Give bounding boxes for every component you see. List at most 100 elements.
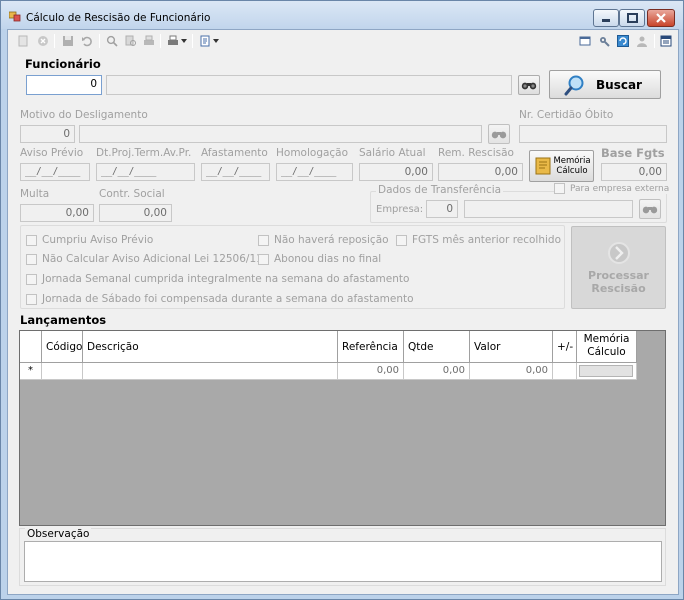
lookup-funcionario-button[interactable] <box>518 75 540 95</box>
funcionario-name-input[interactable] <box>106 75 512 95</box>
para-empresa-externa-checkbox[interactable]: Para empresa externa <box>554 183 672 194</box>
app-icon <box>9 11 21 22</box>
cell-referencia[interactable]: 0,00 <box>338 363 404 380</box>
aviso-previo-label: Aviso Prévio <box>20 147 84 159</box>
motivo-label: Motivo do Desligamento <box>20 109 148 121</box>
column-header-codigo[interactable]: Código <box>42 331 83 363</box>
column-header-memoria[interactable]: Memória Cálculo <box>577 331 637 363</box>
contr-social-label: Contr. Social <box>99 188 165 200</box>
lookup-motivo-button[interactable] <box>488 124 510 144</box>
maximize-icon <box>627 13 638 23</box>
new-row-marker: * <box>20 363 42 380</box>
empresa-label: Empresa: <box>376 204 424 215</box>
nao-havera-reposicao-checkbox[interactable]: Não haverá reposição <box>258 234 389 246</box>
jornada-sabado-checkbox[interactable]: Jornada de Sábado foi compensada durante… <box>26 293 414 305</box>
afastamento-label: Afastamento <box>201 147 268 159</box>
buscar-label: Buscar <box>596 77 642 92</box>
motivo-code-input[interactable]: 0 <box>20 125 75 143</box>
processar-rescisao-button[interactable]: Processar Rescisão <box>571 226 666 309</box>
salario-input[interactable]: 0,00 <box>359 163 433 181</box>
cell-memoria[interactable] <box>577 363 637 380</box>
minimize-button[interactable] <box>593 9 619 27</box>
fgts-mes-anterior-checkbox[interactable]: FGTS mês anterior recolhido <box>396 234 561 246</box>
lookup-empresa-button[interactable] <box>639 199 661 219</box>
cell-codigo[interactable] <box>42 363 83 380</box>
column-header-valor[interactable]: Valor <box>470 331 553 363</box>
search-icon <box>564 75 584 95</box>
binoculars-icon <box>521 82 537 90</box>
dt-proj-input[interactable]: __/__/____ <box>96 163 195 181</box>
print-dropdown-icon[interactable] <box>166 34 180 48</box>
cumpriu-aviso-checkbox[interactable]: Cumpriu Aviso Prévio <box>26 234 153 246</box>
abonou-dias-checkbox[interactable]: Abonou dias no final <box>258 253 381 265</box>
find-record-icon[interactable] <box>124 34 138 48</box>
process-icon <box>607 241 630 264</box>
base-fgts-input[interactable]: 0,00 <box>601 163 667 181</box>
motivo-desc-input[interactable] <box>79 125 482 143</box>
column-header-sinal[interactable]: +/- <box>553 331 577 363</box>
binoculars-icon <box>491 131 507 139</box>
jornada-semanal-checkbox[interactable]: Jornada Semanal cumprida integralmente n… <box>26 273 409 285</box>
cell-descricao[interactable] <box>83 363 338 380</box>
dt-proj-label: Dt.Proj.Term.Av.Pr. <box>96 147 192 159</box>
cancel-icon[interactable] <box>36 34 50 48</box>
search-icon[interactable] <box>105 34 119 48</box>
window-title: Cálculo de Rescisão de Funcionário <box>26 12 211 24</box>
nao-calcular-aviso-checkbox[interactable]: Não Calcular Aviso Adicional Lei 12506/1… <box>26 253 263 265</box>
empresa-name-input[interactable] <box>464 200 633 218</box>
rem-rescisao-label: Rem. Rescisão <box>438 147 514 159</box>
contr-social-input[interactable]: 0,00 <box>99 204 172 222</box>
memoria-calculo-label: Memória Cálculo <box>553 156 591 176</box>
close-button[interactable] <box>647 9 675 27</box>
observacao-label: Observação <box>25 528 92 540</box>
user-icon[interactable] <box>635 34 649 48</box>
tools-icon[interactable] <box>597 34 611 48</box>
column-header-descricao[interactable]: Descrição <box>83 331 338 363</box>
chevron-down-icon[interactable] <box>212 34 220 48</box>
multa-label: Multa <box>20 188 50 200</box>
exit-icon[interactable] <box>659 34 673 48</box>
salario-label: Salário Atual <box>359 147 426 159</box>
empresa-code-input[interactable]: 0 <box>426 200 458 218</box>
base-fgts-label: Base Fgts <box>601 146 665 160</box>
memoria-calculo-button[interactable]: Memória Cálculo <box>529 150 594 182</box>
column-header-referencia[interactable]: Referência <box>338 331 404 363</box>
report-icon[interactable] <box>198 34 212 48</box>
aviso-previo-input[interactable]: __/__/____ <box>20 163 90 181</box>
grid-row-header-corner <box>20 331 42 363</box>
homologacao-input[interactable]: __/__/____ <box>276 163 353 181</box>
binoculars-icon <box>642 206 658 214</box>
maximize-button[interactable] <box>619 9 645 27</box>
buscar-button[interactable]: Buscar <box>549 70 661 99</box>
application-window: Cálculo de Rescisão de Funcionário Funci… <box>0 0 684 600</box>
save-icon[interactable] <box>61 34 75 48</box>
lancamentos-label: Lançamentos <box>20 313 107 327</box>
scroll-icon <box>535 157 551 175</box>
funcionario-label: Funcionário <box>25 57 101 71</box>
funcionario-code-input[interactable]: 0 <box>26 75 102 95</box>
print-icon[interactable] <box>142 34 156 48</box>
refresh-icon[interactable] <box>616 34 630 48</box>
cell-sinal[interactable] <box>553 363 577 380</box>
form-body: Funcionário 0 Buscar Motivo do Desligame… <box>7 29 679 595</box>
afastamento-input[interactable]: __/__/____ <box>201 163 270 181</box>
column-header-qtde[interactable]: Qtde <box>404 331 470 363</box>
lancamentos-grid[interactable]: Código Descrição Referência Qtde Valor +… <box>19 330 666 526</box>
close-icon <box>656 13 666 23</box>
multa-input[interactable]: 0,00 <box>20 204 94 222</box>
toolbar <box>8 30 678 52</box>
certidao-input[interactable] <box>519 125 667 143</box>
chevron-down-icon[interactable] <box>180 34 188 48</box>
minimize-icon <box>602 19 610 22</box>
cell-valor[interactable]: 0,00 <box>470 363 553 380</box>
processar-rescisao-label: Processar Rescisão <box>588 268 649 295</box>
cell-qtde[interactable]: 0,00 <box>404 363 470 380</box>
rem-rescisao-input[interactable]: 0,00 <box>438 163 523 181</box>
memoria-cell-button[interactable] <box>579 365 633 377</box>
title-bar: Cálculo de Rescisão de Funcionário <box>1 1 683 29</box>
undo-icon[interactable] <box>80 34 94 48</box>
transferencia-label: Dados de Transferência <box>376 184 504 196</box>
window-icon[interactable] <box>578 34 592 48</box>
new-icon[interactable] <box>16 34 30 48</box>
observacao-textarea[interactable] <box>24 541 662 582</box>
